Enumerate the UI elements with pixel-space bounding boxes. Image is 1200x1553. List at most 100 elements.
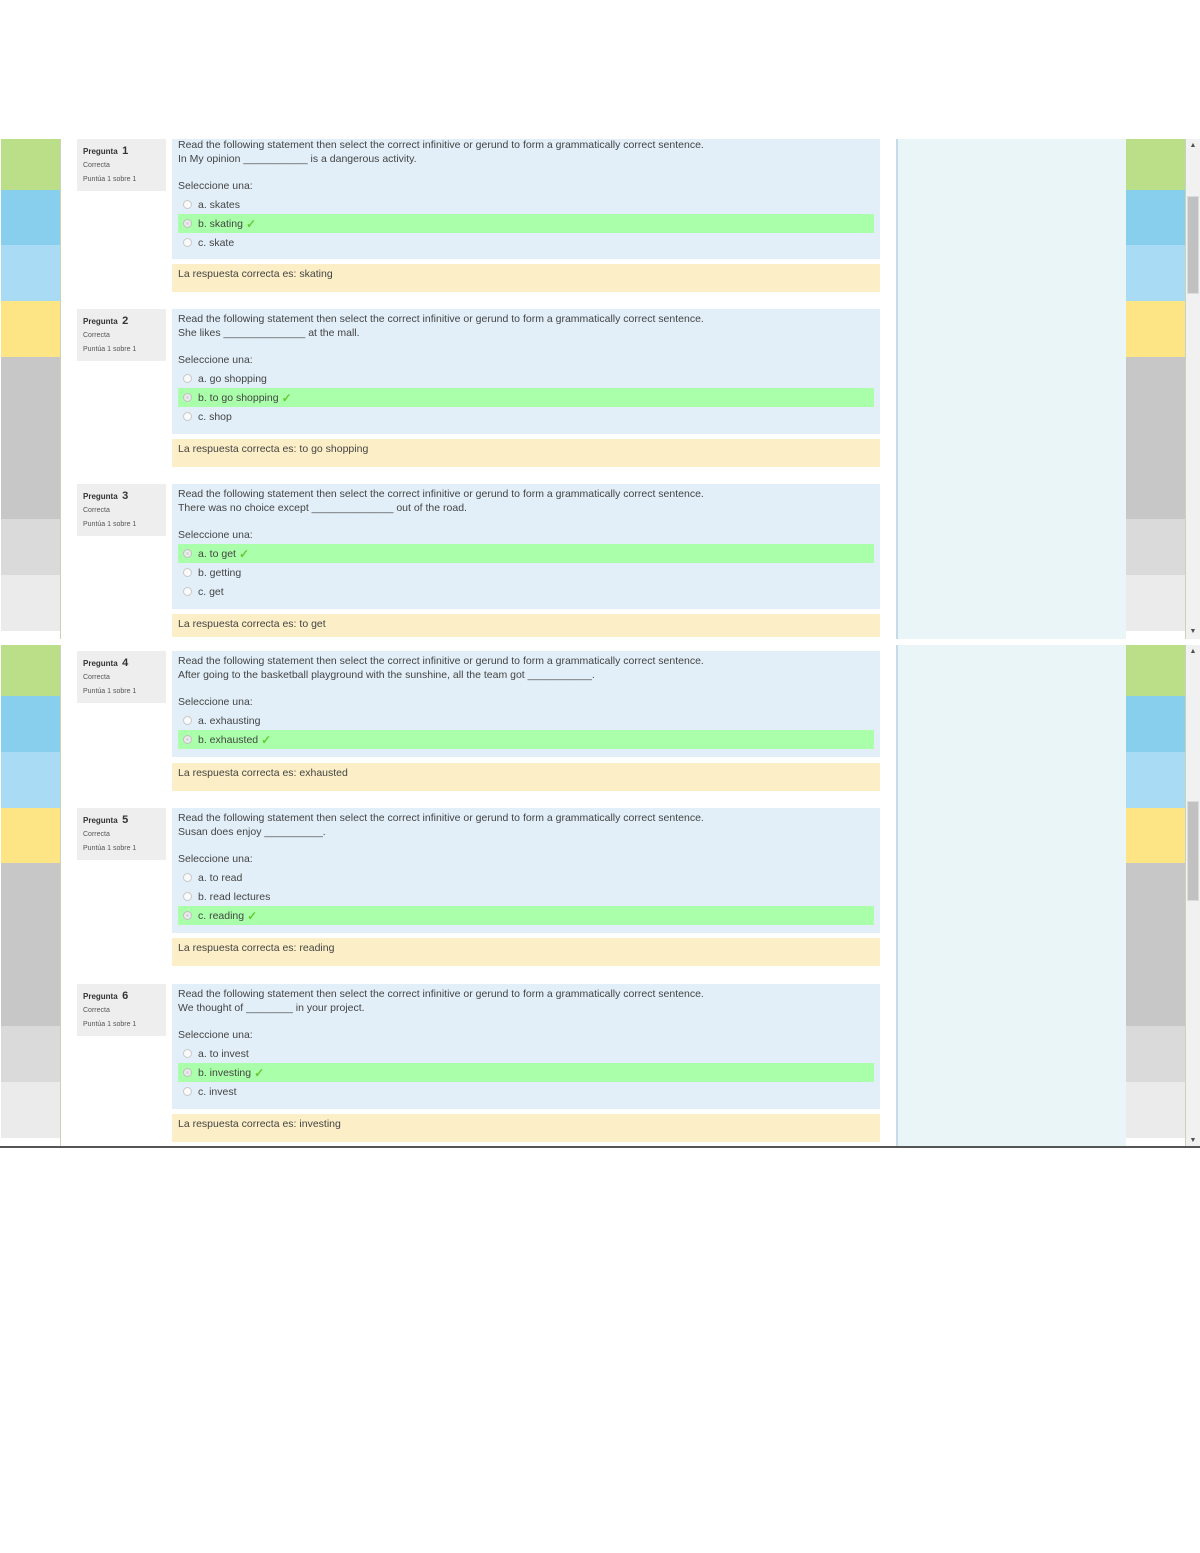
question-info: Pregunta 3 Correcta Puntúa 1 sobre 1 bbox=[77, 484, 166, 536]
strip-band bbox=[1, 190, 60, 245]
correct-answer-feedback: La respuesta correcta es: reading bbox=[172, 938, 880, 966]
question-number: 5 bbox=[122, 814, 129, 826]
answer-option[interactable]: b. read lectures bbox=[178, 887, 874, 906]
screenshot-frame-2: Pregunta 4 Correcta Puntúa 1 sobre 1 Rea… bbox=[0, 645, 1200, 1148]
screenshot-frame-1: Pregunta 1 Correcta Puntúa 1 sobre 1 Rea… bbox=[0, 139, 1200, 639]
radio-button[interactable] bbox=[183, 568, 192, 577]
answer-option[interactable]: c. shop bbox=[178, 407, 874, 426]
answer-label: b. investing bbox=[198, 1066, 252, 1079]
correct-answer-feedback: La respuesta correcta es: exhausted bbox=[172, 763, 880, 791]
radio-button[interactable] bbox=[183, 587, 192, 596]
correct-answer-feedback: La respuesta correcta es: skating bbox=[172, 264, 880, 292]
question-formulation: Read the following statement then select… bbox=[172, 309, 880, 434]
question-number: 2 bbox=[122, 315, 129, 327]
answer-option[interactable]: a. to read bbox=[178, 868, 874, 887]
checkmark-icon: ✓ bbox=[247, 908, 258, 923]
question-grade: Puntúa 1 sobre 1 bbox=[83, 845, 137, 852]
checkmark-icon: ✓ bbox=[254, 1065, 265, 1080]
question-sentence: There was no choice except _____________… bbox=[178, 501, 467, 514]
answer-option-correct[interactable]: b. skating ✓ bbox=[178, 214, 874, 233]
radio-button[interactable] bbox=[183, 374, 192, 383]
question-label: Pregunta bbox=[83, 317, 118, 326]
strip-band bbox=[1126, 301, 1185, 357]
answer-option-correct[interactable]: c. reading ✓ bbox=[178, 906, 874, 925]
radio-button[interactable] bbox=[183, 716, 192, 725]
answer-option[interactable]: b. getting bbox=[178, 563, 874, 582]
strip-band bbox=[1, 645, 60, 696]
question-number: 1 bbox=[122, 145, 129, 157]
answer-option[interactable]: a. exhausting bbox=[178, 711, 874, 730]
answer-option-correct[interactable]: b. exhausted ✓ bbox=[178, 730, 874, 749]
question-sentence: We thought of ________ in your project. bbox=[178, 1001, 365, 1014]
answer-option-correct[interactable]: b. to go shopping ✓ bbox=[178, 388, 874, 407]
radio-button-selected[interactable] bbox=[183, 393, 192, 402]
radio-button[interactable] bbox=[183, 1087, 192, 1096]
radio-button[interactable] bbox=[183, 892, 192, 901]
answer-label: c. get bbox=[198, 585, 224, 598]
strip-band bbox=[1126, 863, 1185, 1026]
question-formulation: Read the following statement then select… bbox=[172, 651, 880, 757]
radio-button[interactable] bbox=[183, 238, 192, 247]
radio-button[interactable] bbox=[183, 873, 192, 882]
radio-button[interactable] bbox=[183, 1049, 192, 1058]
answer-option-correct[interactable]: a. to get ✓ bbox=[178, 544, 874, 563]
question-info: Pregunta 5 Correcta Puntúa 1 sobre 1 bbox=[77, 808, 166, 860]
question-grade: Puntúa 1 sobre 1 bbox=[83, 346, 137, 353]
answer-option[interactable]: c. get bbox=[178, 582, 874, 601]
answer-label: b. to go shopping bbox=[198, 391, 279, 404]
vertical-scrollbar[interactable]: ▲ ▼ bbox=[1186, 645, 1200, 1148]
select-prompt: Seleccione una: bbox=[178, 529, 253, 541]
radio-button[interactable] bbox=[183, 412, 192, 421]
answer-label: c. reading bbox=[198, 909, 245, 922]
radio-button[interactable] bbox=[183, 200, 192, 209]
strip-band bbox=[1, 1082, 60, 1138]
answer-label: a. to read bbox=[198, 871, 243, 884]
answer-option[interactable]: a. to invest bbox=[178, 1044, 874, 1063]
quiz-content: Pregunta 4 Correcta Puntúa 1 sobre 1 Rea… bbox=[61, 645, 896, 1148]
radio-button-selected[interactable] bbox=[183, 219, 192, 228]
question-state: Correcta bbox=[83, 831, 110, 838]
question-sentence: She likes ______________ at the mall. bbox=[178, 326, 360, 339]
strip-band bbox=[1, 752, 60, 808]
answer-label: c. invest bbox=[198, 1085, 237, 1098]
right-color-strip bbox=[1126, 139, 1186, 639]
answer-option[interactable]: a. go shopping bbox=[178, 369, 874, 388]
vertical-scrollbar[interactable]: ▲ ▼ bbox=[1186, 139, 1200, 639]
strip-band bbox=[1, 301, 60, 357]
radio-button-selected[interactable] bbox=[183, 911, 192, 920]
question-number: 4 bbox=[122, 657, 129, 669]
scroll-down-arrow-icon[interactable]: ▼ bbox=[1186, 625, 1200, 639]
radio-button-selected[interactable] bbox=[183, 1068, 192, 1077]
question-instruction: Read the following statement then select… bbox=[178, 313, 704, 325]
answer-option-correct[interactable]: b. investing ✓ bbox=[178, 1063, 874, 1082]
quiz-content: Pregunta 1 Correcta Puntúa 1 sobre 1 Rea… bbox=[61, 139, 896, 639]
select-prompt: Seleccione una: bbox=[178, 354, 253, 366]
answer-option[interactable]: a. skates bbox=[178, 195, 874, 214]
right-aside-panel bbox=[896, 139, 1126, 639]
answer-option[interactable]: c. invest bbox=[178, 1082, 874, 1101]
question-state: Correcta bbox=[83, 507, 110, 514]
strip-band bbox=[1126, 519, 1185, 575]
strip-band bbox=[1, 519, 60, 575]
radio-button-selected[interactable] bbox=[183, 549, 192, 558]
answer-list: a. go shopping b. to go shopping ✓ c. sho… bbox=[178, 369, 874, 426]
checkmark-icon: ✓ bbox=[238, 546, 250, 561]
scrollbar-thumb[interactable] bbox=[1187, 801, 1199, 901]
answer-label: a. exhausting bbox=[198, 714, 261, 727]
answer-option[interactable]: c. skate bbox=[178, 233, 874, 252]
answer-list: a. to read b. read lectures c. reading ✓ bbox=[178, 868, 874, 925]
question-label: Pregunta bbox=[83, 147, 118, 156]
bottom-divider bbox=[0, 1146, 1200, 1148]
question-state: Correcta bbox=[83, 674, 110, 681]
scroll-up-arrow-icon[interactable]: ▲ bbox=[1186, 139, 1200, 153]
strip-band bbox=[1126, 245, 1185, 301]
radio-button-selected[interactable] bbox=[183, 735, 192, 744]
answer-label: b. getting bbox=[198, 566, 242, 579]
scrollbar-thumb[interactable] bbox=[1187, 196, 1199, 294]
strip-band bbox=[1, 357, 60, 519]
strip-band bbox=[1126, 190, 1185, 245]
right-aside-panel bbox=[896, 645, 1126, 1148]
strip-band bbox=[1, 696, 60, 752]
scroll-up-arrow-icon[interactable]: ▲ bbox=[1186, 645, 1200, 659]
left-color-strip bbox=[1, 645, 61, 1148]
